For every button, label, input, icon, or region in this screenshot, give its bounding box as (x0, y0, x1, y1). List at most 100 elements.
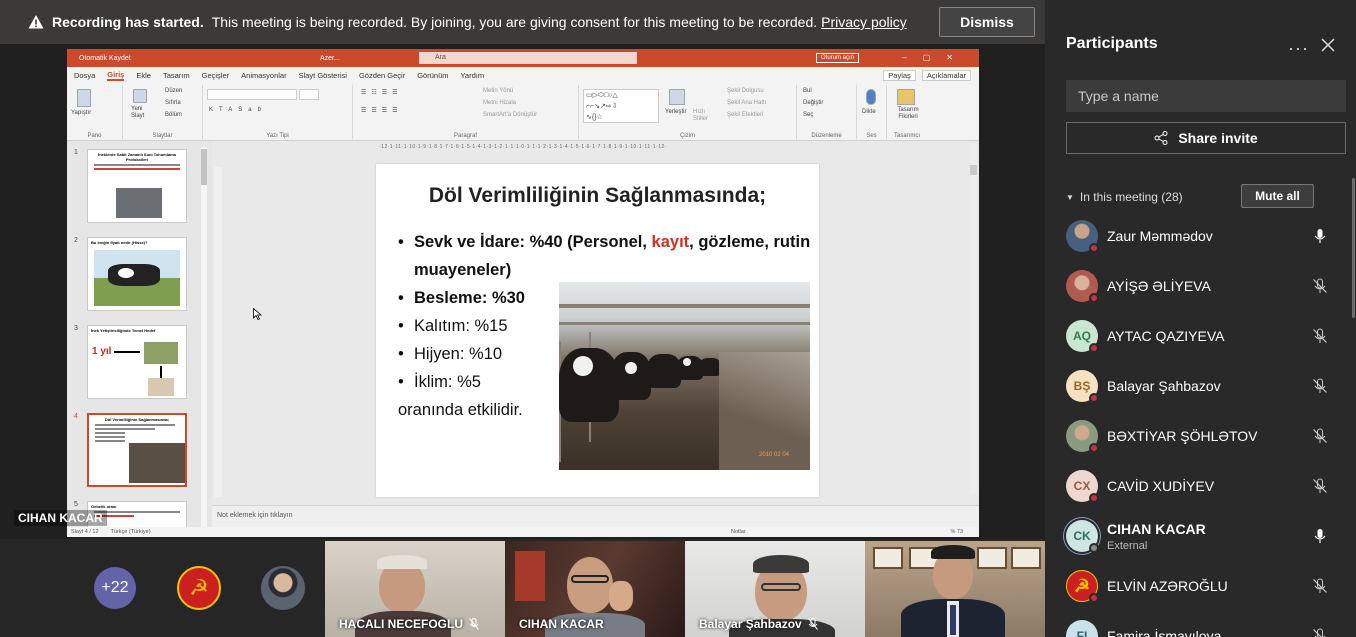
participant-row[interactable]: ☭ ELVİN AZƏROĞLU (1066, 570, 1336, 620)
thumbnail-slide-2[interactable]: Bu ineğin fiyatı nedir (Hisse)? (87, 237, 187, 311)
voice-group-label: Ses (866, 133, 877, 139)
participant-row[interactable]: AYİŞƏ ƏLİYEVA (1066, 270, 1336, 320)
status-zoom[interactable]: % 73 (950, 529, 963, 535)
thumb-title: Döl Verimliliğinin Sağlanmasında; (104, 417, 170, 422)
slide-canvas: ·12·1·11·1·10·1·9·1·8·1·7·1·6·1·5·1·4·1·… (212, 141, 979, 505)
participant-row[interactable]: BŞ Balayar Şahbazov (1066, 370, 1336, 420)
design-ideas-icon[interactable] (897, 89, 915, 105)
font-size-select[interactable] (299, 89, 319, 100)
menu-animations[interactable]: Animasyonlar (241, 71, 286, 80)
menu-help[interactable]: Yardım (460, 71, 484, 80)
menu-design[interactable]: Tasarım (163, 71, 190, 80)
more-participants-badge[interactable]: +22 (94, 567, 136, 609)
notes-pane[interactable]: Not eklemek için tıklayın (212, 505, 979, 527)
participant-row[interactable]: CX CAVİD XUDİYEV (1066, 470, 1336, 520)
mic-off-icon[interactable] (1312, 328, 1328, 344)
menu-insert[interactable]: Ekle (136, 71, 151, 80)
autosave-label[interactable]: Otomatik Kaydet (79, 55, 131, 62)
participant-row[interactable]: Zaur Məmmədov (1066, 220, 1336, 270)
paragraph-group-label: Paragraf (453, 133, 477, 139)
mic-on-icon[interactable] (1312, 228, 1328, 244)
dictate-label[interactable]: Dikte (862, 109, 876, 115)
thumbnail-scrollbar[interactable] (201, 147, 207, 527)
thumb-number: 1 (74, 149, 78, 156)
arrange-icon[interactable] (669, 89, 685, 105)
arrange-label[interactable]: Yerleştir (665, 109, 686, 115)
mic-off-icon[interactable] (1312, 428, 1328, 444)
new-slide-icon[interactable] (133, 89, 147, 103)
mic-off-icon[interactable] (1312, 578, 1328, 594)
layout-button[interactable]: Düzen (165, 88, 182, 94)
align-buttons[interactable]: ☰☰☰☰ (361, 107, 403, 114)
menu-file[interactable]: Dosya (74, 71, 95, 80)
more-options-icon[interactable]: ··· (1288, 38, 1309, 59)
thumbnail-slide-3[interactable]: İnek Yetiştiriciliğinde Temel Hedef 1 yı… (87, 325, 187, 399)
section-button[interactable]: Bölüm (165, 112, 182, 118)
find-button[interactable]: Bul (803, 88, 812, 94)
mic-on-icon[interactable] (1312, 528, 1328, 544)
replace-button[interactable]: Değiştir (803, 100, 823, 106)
share-invite-button[interactable]: Share invite (1066, 122, 1346, 154)
smartart-button[interactable]: SmartArt'a Dönüştür (483, 112, 537, 118)
participant-row[interactable]: CK CIHAN KACAR External (1066, 520, 1336, 570)
shapes-gallery[interactable]: ▭▷⬭□○△ ⌐⌐↘↗⇨⇩ ∿{}☆ (583, 89, 659, 123)
shape-outline-button[interactable]: Şekil Ana Hattı (727, 100, 766, 106)
mic-off-icon[interactable] (1312, 378, 1328, 394)
status-language[interactable]: Türkçe (Türkiye) (111, 529, 151, 535)
shape-fill-button[interactable]: Şekil Dolgusu (727, 88, 764, 94)
font-format-buttons[interactable]: KTASab (209, 107, 267, 113)
thumb-title: Bu ineğin fiyatı nedir (Hisse)? (91, 240, 148, 245)
video-tile-official[interactable] (865, 541, 1045, 637)
dictate-mic-icon[interactable] (866, 89, 876, 105)
select-button[interactable]: Seç (803, 112, 813, 118)
menu-review[interactable]: Gözden Geçir (359, 71, 405, 80)
vertical-ruler (214, 167, 222, 497)
video-tile-cihan[interactable]: CIHAN KACAR (505, 541, 685, 637)
participant-row[interactable]: BƏXTİYAR ŞÖHLƏTOV (1066, 420, 1336, 470)
hammer-sickle-avatar-icon[interactable]: ☭ (177, 566, 221, 610)
mute-all-button[interactable]: Mute all (1241, 184, 1314, 208)
signin-button[interactable]: Oturum açın (816, 53, 860, 63)
share-icon (1154, 131, 1168, 145)
ppt-search-box[interactable]: Ara (419, 52, 637, 64)
thumb-title: İnek Yetiştiriciliğinde Temel Hedef (91, 328, 156, 333)
search-participants-input[interactable] (1066, 80, 1346, 112)
in-meeting-header[interactable]: ▼ In this meeting (28) (1066, 190, 1183, 204)
menu-home[interactable]: Giriş (107, 70, 125, 81)
participant-row[interactable]: AQ AYTAC QAZIYEVA (1066, 320, 1336, 370)
align-text-button[interactable]: Metni Hizala (483, 100, 516, 106)
list-buttons[interactable]: ☰☷☰☰ (361, 89, 403, 96)
menu-view[interactable]: Görünüm (417, 71, 448, 80)
current-slide[interactable]: Döl Verimliliğinin Sağlanmasında; Sevk v… (376, 164, 819, 497)
comments-button[interactable]: Açıklamalar (921, 69, 971, 81)
font-name-select[interactable] (207, 89, 297, 100)
window-controls[interactable]: –▢✕ (902, 53, 969, 62)
new-slide-label[interactable]: Yeni Slayt (131, 106, 153, 120)
design-ideas-label[interactable]: Tasarım Fikirleri (891, 107, 925, 121)
text-direction-button[interactable]: Metin Yönü (483, 88, 513, 94)
panel-scrollbar[interactable] (1352, 178, 1355, 318)
video-tile-balayar[interactable]: Balayar Şahbazov (685, 541, 865, 637)
participant-photo-avatar[interactable] (261, 566, 305, 610)
quick-styles-label[interactable]: Hızlı Stiller (693, 109, 715, 123)
shape-effects-button[interactable]: Şekil Efektleri (727, 112, 763, 118)
menu-slideshow[interactable]: Slayt Gösterisi (299, 71, 347, 80)
canvas-scrollbar[interactable] (970, 143, 977, 493)
thumbnail-slide-4[interactable]: Döl Verimliliğinin Sağlanmasında; (87, 413, 187, 487)
powerpoint-window: Otomatik Kaydet Azer... Ara Oturum açın … (67, 49, 979, 537)
status-notes-button[interactable]: Notlar (731, 529, 746, 535)
paste-icon[interactable] (77, 89, 91, 107)
thumbnail-slide-1[interactable]: İneklerde Sabit Zamanlı Suni Tohumlama P… (87, 149, 187, 223)
mic-off-icon[interactable] (1312, 478, 1328, 494)
video-tile-hacali[interactable]: HACALI NECEFOGLU (325, 541, 505, 637)
recording-message: This meeting is being recorded. By joini… (211, 14, 818, 30)
dismiss-button[interactable]: Dismiss (939, 7, 1035, 37)
close-icon[interactable] (1321, 38, 1335, 52)
mic-off-icon[interactable] (1312, 278, 1328, 294)
reset-button[interactable]: Sıfırla (165, 100, 181, 106)
menu-transitions[interactable]: Geçişler (202, 71, 230, 80)
mic-off-icon[interactable] (1312, 628, 1328, 637)
privacy-policy-link[interactable]: Privacy policy (821, 14, 907, 30)
share-button[interactable]: Paylaş (883, 69, 916, 81)
participant-row[interactable]: FI Famira İsmayılova (1066, 620, 1336, 637)
